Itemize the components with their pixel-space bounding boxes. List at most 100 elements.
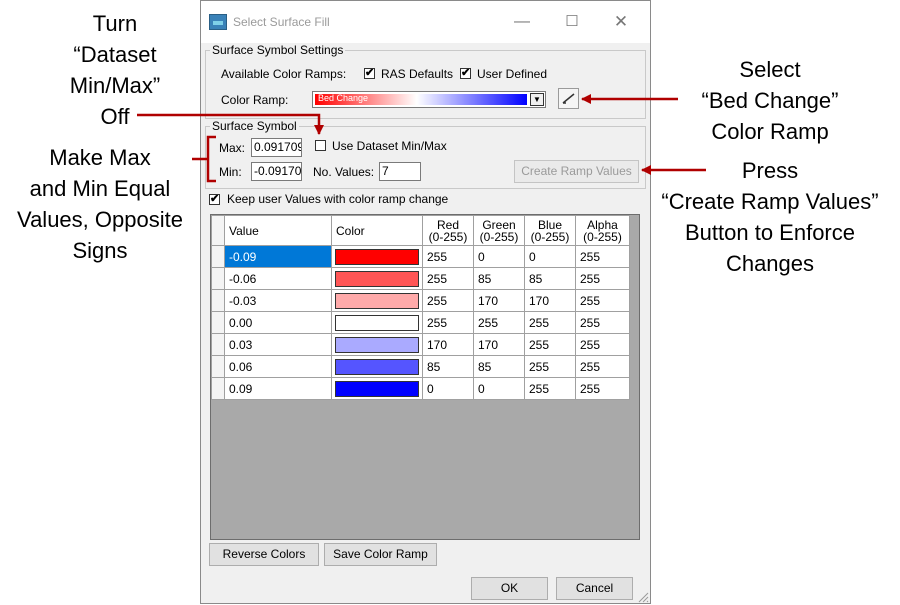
column-header-value[interactable]: Value [224, 215, 332, 246]
green-cell[interactable]: 0 [473, 245, 525, 268]
alpha-cell[interactable]: 255 [575, 333, 630, 356]
color-swatch[interactable] [335, 380, 419, 397]
alpha-cell[interactable]: 255 [575, 355, 630, 378]
blue-cell[interactable]: 85 [524, 267, 576, 290]
cancel-button[interactable]: Cancel [556, 577, 633, 600]
min-input[interactable]: -0.091709 [251, 162, 302, 181]
blue-cell[interactable]: 255 [524, 355, 576, 378]
color-swatch[interactable] [335, 314, 419, 331]
red-cell[interactable]: 255 [422, 289, 474, 312]
row-header[interactable] [211, 377, 225, 400]
color-cell[interactable] [331, 311, 423, 334]
user-defined-checkbox[interactable] [460, 66, 471, 79]
value-cell[interactable]: -0.03 [224, 289, 332, 312]
red-cell[interactable]: 0 [422, 377, 474, 400]
max-input[interactable]: 0.091709 [251, 138, 302, 157]
annotation-line: Min/Max” [69, 73, 161, 98]
red-cell[interactable]: 85 [422, 355, 474, 378]
alpha-cell[interactable]: 255 [575, 377, 630, 400]
close-button[interactable]: ✕ [606, 9, 636, 35]
maximize-button[interactable]: ☐ [557, 9, 587, 35]
annotation-press-create: Press “Create Ramp Values” Button to Enf… [650, 155, 890, 279]
color-values-grid[interactable]: Value Color Red (0-255) Green (0-255) Bl… [210, 214, 640, 540]
color-ramp-dropdown[interactable]: Bed Change ▼ [312, 91, 546, 108]
green-cell[interactable]: 170 [473, 289, 525, 312]
header-line: (0-255) [583, 229, 622, 244]
table-row[interactable]: -0.09 255 0 0 255 [211, 245, 630, 268]
table-row[interactable]: 0.09 0 0 255 255 [211, 377, 630, 400]
app-icon [209, 14, 227, 30]
red-cell[interactable]: 255 [422, 267, 474, 290]
ras-defaults-checkbox[interactable] [364, 66, 375, 79]
ok-button[interactable]: OK [471, 577, 548, 600]
value-cell[interactable]: 0.09 [224, 377, 332, 400]
table-row[interactable]: 0.00 255 255 255 255 [211, 311, 630, 334]
blue-cell[interactable]: 255 [524, 311, 576, 334]
value-cell[interactable]: -0.09 [224, 245, 332, 268]
color-cell[interactable] [331, 355, 423, 378]
alpha-cell[interactable]: 255 [575, 289, 630, 312]
table-row[interactable]: -0.03 255 170 170 255 [211, 289, 630, 312]
max-label: Max: [219, 141, 246, 155]
num-values-input[interactable]: 7 [379, 162, 421, 181]
group-legend: Surface Symbol Settings [212, 43, 344, 57]
save-color-ramp-button[interactable]: Save Color Ramp [324, 543, 437, 566]
header-line: Red [436, 217, 459, 232]
table-row[interactable]: -0.06 255 85 85 255 [211, 267, 630, 290]
row-header[interactable] [211, 355, 225, 378]
color-swatch[interactable] [335, 292, 419, 309]
row-header[interactable] [211, 333, 225, 356]
resize-grip-icon[interactable] [637, 591, 649, 603]
color-cell[interactable] [331, 245, 423, 268]
value-cell[interactable]: 0.00 [224, 311, 332, 334]
available-color-ramps-label: Available Color Ramps: [221, 67, 347, 81]
value-cell[interactable]: -0.06 [224, 267, 332, 290]
green-cell[interactable]: 255 [473, 311, 525, 334]
blue-cell[interactable]: 0 [524, 245, 576, 268]
red-cell[interactable]: 255 [422, 311, 474, 334]
blue-cell[interactable]: 255 [524, 333, 576, 356]
color-swatch[interactable] [335, 358, 419, 375]
color-swatch[interactable] [335, 270, 419, 287]
row-header[interactable] [211, 245, 225, 268]
color-cell[interactable] [331, 289, 423, 312]
value-cell[interactable]: 0.03 [224, 333, 332, 356]
row-header[interactable] [211, 311, 225, 334]
column-header-blue[interactable]: Blue (0-255) [524, 215, 576, 246]
column-header-color[interactable]: Color [331, 215, 423, 246]
green-cell[interactable]: 0 [473, 377, 525, 400]
annotation-line: Signs [72, 238, 128, 263]
red-cell[interactable]: 170 [422, 333, 474, 356]
color-ramp-picker-button[interactable] [558, 88, 579, 109]
keep-user-values-checkbox[interactable] [209, 192, 220, 205]
color-cell[interactable] [331, 377, 423, 400]
annotation-line: Turn [92, 11, 138, 36]
green-cell[interactable]: 85 [473, 355, 525, 378]
table-row[interactable]: 0.03 170 170 255 255 [211, 333, 630, 356]
red-cell[interactable]: 255 [422, 245, 474, 268]
create-ramp-values-button[interactable]: Create Ramp Values [514, 160, 639, 183]
alpha-cell[interactable]: 255 [575, 267, 630, 290]
green-cell[interactable]: 170 [473, 333, 525, 356]
row-header[interactable] [211, 289, 225, 312]
color-cell[interactable] [331, 333, 423, 356]
table-row[interactable]: 0.06 85 85 255 255 [211, 355, 630, 378]
column-header-green[interactable]: Green (0-255) [473, 215, 525, 246]
column-header-alpha[interactable]: Alpha (0-255) [575, 215, 630, 246]
value-cell[interactable]: 0.06 [224, 355, 332, 378]
chevron-down-icon[interactable]: ▼ [530, 93, 544, 106]
header-line: Blue [537, 217, 563, 232]
blue-cell[interactable]: 255 [524, 377, 576, 400]
color-cell[interactable] [331, 267, 423, 290]
blue-cell[interactable]: 170 [524, 289, 576, 312]
reverse-colors-button[interactable]: Reverse Colors [209, 543, 319, 566]
color-swatch[interactable] [335, 248, 419, 265]
green-cell[interactable]: 85 [473, 267, 525, 290]
column-header-red[interactable]: Red (0-255) [422, 215, 474, 246]
use-dataset-minmax-checkbox[interactable] [315, 140, 326, 151]
row-header[interactable] [211, 267, 225, 290]
alpha-cell[interactable]: 255 [575, 245, 630, 268]
alpha-cell[interactable]: 255 [575, 311, 630, 334]
minimize-button[interactable]: — [507, 9, 537, 35]
color-swatch[interactable] [335, 336, 419, 353]
